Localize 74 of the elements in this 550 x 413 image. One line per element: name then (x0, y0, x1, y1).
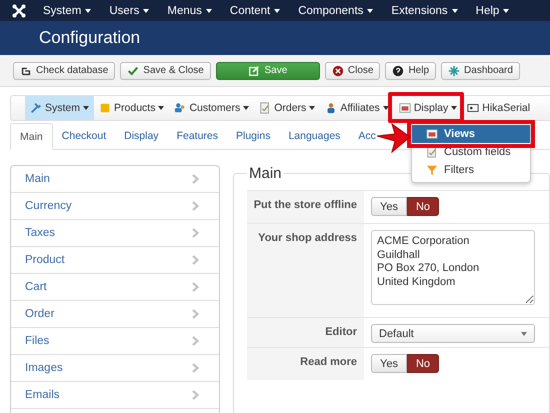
checkmark-icon (127, 64, 140, 76)
chevron-icon (192, 390, 199, 400)
sidebar-item[interactable]: Main (11, 166, 219, 193)
funnel-icon (426, 164, 438, 176)
tools-icon (30, 102, 42, 114)
section-title: Main (248, 165, 283, 182)
chevron-icon (192, 201, 199, 211)
editor-select[interactable]: Default (371, 324, 535, 343)
box-icon (99, 102, 112, 114)
tab[interactable]: Features (168, 122, 227, 149)
chevron-icon (192, 336, 199, 346)
sidebar-item[interactable]: Cart (11, 274, 219, 301)
chevron-icon (192, 282, 199, 292)
tab[interactable]: Languages (279, 122, 350, 149)
edit-icon (248, 64, 260, 76)
menu-item[interactable]: Menus (158, 4, 221, 16)
key-icon (467, 102, 480, 114)
shop-menu-item[interactable]: Customers (169, 96, 254, 120)
asterisk-icon (448, 64, 460, 76)
sidebar-item[interactable]: Files (11, 328, 219, 355)
toggle-option[interactable]: Yes (371, 354, 407, 373)
tab[interactable]: Acc (349, 122, 385, 149)
tab[interactable]: Display (115, 122, 168, 149)
person-icon (325, 102, 338, 114)
logo-icon[interactable] (12, 4, 26, 18)
sidebar-item[interactable]: Currency (11, 193, 219, 220)
menu-item[interactable]: Extensions (382, 4, 467, 16)
sidebar-item[interactable]: Emails (11, 382, 219, 409)
tab[interactable]: Plugins (227, 122, 280, 149)
chevron-icon (192, 228, 199, 238)
address-field[interactable]: ACME Corporation Guildhall PO Box 270, London United Kingdom (371, 230, 535, 305)
arrow-icon (377, 123, 411, 153)
toolbar-button[interactable]: Close (324, 62, 380, 80)
menu-item[interactable]: Help (466, 4, 518, 16)
help-icon (392, 64, 404, 76)
shop-menu-item[interactable]: Orders (254, 96, 320, 120)
toolbar-button[interactable]: Dashboard (441, 62, 520, 80)
dropdown-item[interactable]: Filters (412, 161, 530, 179)
document-icon (426, 146, 438, 158)
people-icon (174, 102, 186, 114)
menu-item[interactable]: Content (220, 4, 290, 16)
menu-item[interactable]: Users (100, 4, 158, 16)
shop-menu-item[interactable]: Products (94, 96, 170, 120)
sidebar-item[interactable]: Taxes (11, 220, 219, 247)
toggle-option[interactable]: No (406, 354, 440, 373)
menu-item[interactable]: Components (289, 4, 382, 16)
shop-menu-item[interactable]: Affiliates (320, 96, 394, 120)
chevron-icon (192, 363, 199, 373)
toolbar-button[interactable]: Help (385, 62, 436, 80)
sidebar-item[interactable]: Images (11, 355, 219, 382)
toggle-option[interactable]: Yes (371, 197, 407, 216)
tab[interactable]: Checkout (52, 122, 116, 149)
dropdown-item[interactable]: Views (412, 125, 530, 143)
sidebar-item[interactable]: Product (11, 247, 219, 274)
toggle-option[interactable]: No (406, 197, 440, 216)
toolbar-button[interactable]: Save & Close (120, 62, 211, 80)
window-icon (398, 102, 411, 114)
field-label: Your shop address (247, 224, 364, 317)
tab[interactable]: Main (10, 123, 53, 150)
field-label: Put the store offline (247, 191, 364, 223)
chevron-icon (192, 309, 199, 319)
menu-item[interactable]: System (34, 4, 100, 16)
shop-menu-item[interactable]: HikaSerial (462, 96, 536, 120)
chevron-icon (192, 174, 199, 184)
close-icon (332, 64, 344, 76)
field-label: Read more (247, 348, 364, 380)
window-icon (426, 128, 438, 140)
shop-menu-item[interactable]: System (25, 96, 94, 120)
sidebar-item[interactable]: Order (11, 301, 219, 328)
field-label: Editor (247, 318, 364, 347)
chevron-icon (192, 255, 199, 265)
page-title: Configuration (39, 28, 140, 48)
document-icon (259, 102, 272, 114)
toolbar-button[interactable]: Check database (13, 62, 116, 80)
